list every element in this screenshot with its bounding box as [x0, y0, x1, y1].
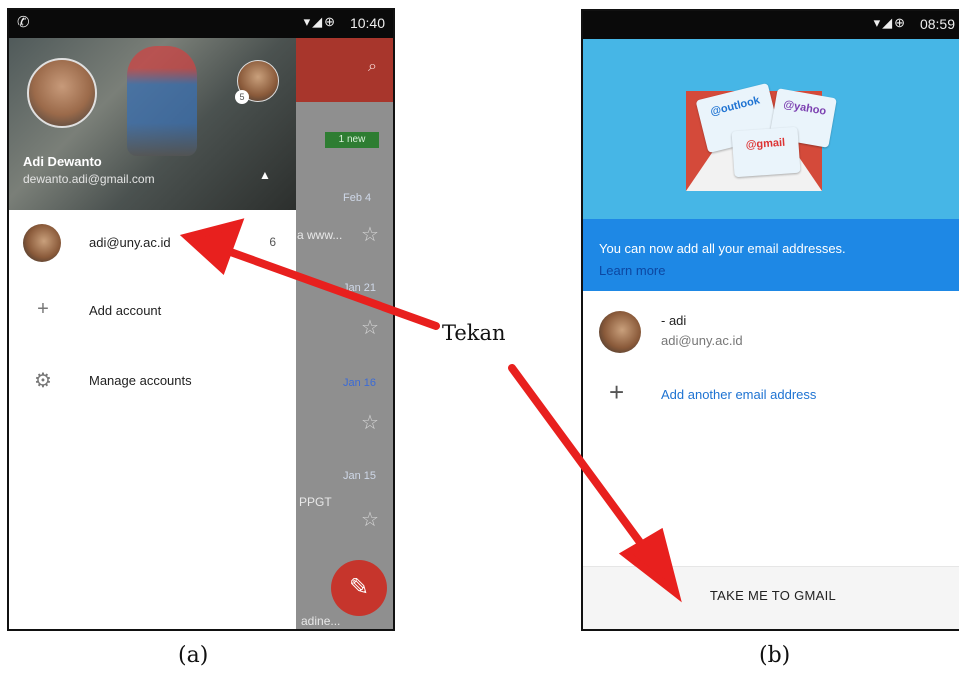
caption-a: (a)	[178, 643, 209, 668]
arrowhead-gmail	[618, 527, 682, 603]
arrowhead-account	[179, 218, 245, 275]
tekan-label: Tekan	[442, 321, 506, 345]
arrow-to-account	[221, 246, 440, 330]
arrow-to-gmail	[508, 364, 646, 549]
annotation-arrows	[179, 218, 682, 603]
caption-b: (b)	[759, 643, 791, 668]
